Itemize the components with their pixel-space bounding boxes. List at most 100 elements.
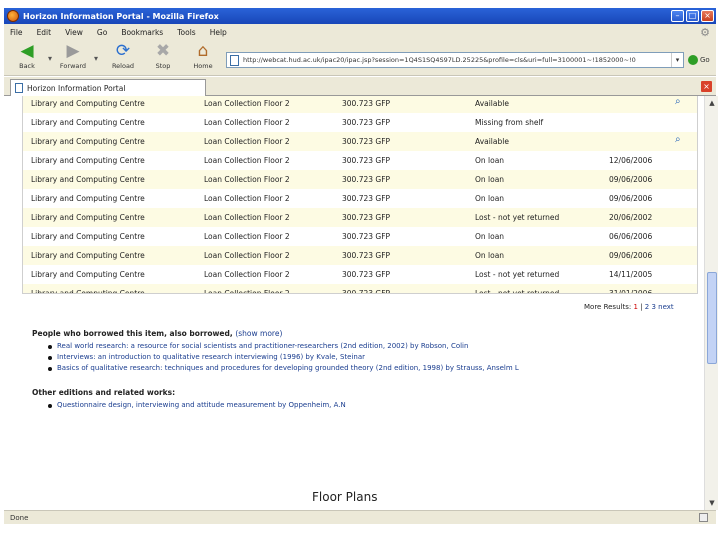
floor-plans-heading: Floor Plans xyxy=(312,490,378,504)
list-item[interactable]: Basics of qualitative research: techniqu… xyxy=(48,364,519,375)
table-row: Library and Computing Centre Loan Collect… xyxy=(23,151,697,170)
reload-button[interactable]: ⟳ Reload xyxy=(106,42,140,74)
tab-strip: Horizon Information Portal × xyxy=(4,77,716,96)
due-date-cell: 20/06/2002 xyxy=(609,213,653,222)
list-item[interactable]: Interviews: an introduction to qualitati… xyxy=(48,353,519,364)
collection-cell: Loan Collection Floor 2 xyxy=(204,232,290,241)
forward-arrow-icon: ▶ xyxy=(66,41,80,61)
menu-file[interactable]: File xyxy=(10,28,23,37)
status-bar: Done xyxy=(4,510,716,524)
status-text: Done xyxy=(10,513,29,522)
library-cell: Library and Computing Centre xyxy=(31,99,145,108)
list-item[interactable]: Questionnaire design, interviewing and a… xyxy=(48,401,346,412)
request-icon[interactable]: ⌕ xyxy=(675,96,681,107)
library-cell: Library and Computing Centre xyxy=(31,156,145,165)
request-icon[interactable]: ⌕ xyxy=(675,134,681,145)
status-cell: On loan xyxy=(475,232,505,241)
collection-cell: Loan Collection Floor 2 xyxy=(204,156,290,165)
status-cell: Lost - not yet returned xyxy=(475,289,560,294)
editions-list: Questionnaire design, interviewing and a… xyxy=(48,401,346,412)
call-number-cell: 300.723 GFP xyxy=(342,232,391,241)
forward-history-dropdown[interactable]: ▾ xyxy=(94,54,98,63)
library-cell: Library and Computing Centre xyxy=(31,194,145,203)
editions-heading: Other editions and related works: xyxy=(32,388,176,397)
title-bar: Horizon Information Portal - Mozilla Fir… xyxy=(4,8,716,24)
address-bar: ▾ xyxy=(226,52,684,68)
menu-help[interactable]: Help xyxy=(210,28,227,37)
close-tab-button[interactable]: × xyxy=(701,81,712,92)
due-date-cell: 06/06/2006 xyxy=(609,232,653,241)
throbber-icon: ⚙ xyxy=(700,25,710,39)
due-date-cell: 12/06/2006 xyxy=(609,156,653,165)
menu-tools[interactable]: Tools xyxy=(177,28,195,37)
call-number-cell: 300.723 GFP xyxy=(342,175,391,184)
library-cell: Library and Computing Centre xyxy=(31,137,145,146)
table-row: Library and Computing Centre Loan Collect… xyxy=(23,208,697,227)
url-history-dropdown[interactable]: ▾ xyxy=(671,53,683,67)
also-borrowed-heading: People who borrowed this item, also borr… xyxy=(32,329,283,338)
window-title: Horizon Information Portal - Mozilla Fir… xyxy=(23,11,219,21)
status-cell: Available xyxy=(475,137,509,146)
back-history-dropdown[interactable]: ▾ xyxy=(48,54,52,63)
collection-cell: Loan Collection Floor 2 xyxy=(204,175,290,184)
firefox-logo-icon xyxy=(7,10,19,22)
scrollbar-thumb[interactable] xyxy=(707,272,717,364)
tab-horizon-portal[interactable]: Horizon Information Portal xyxy=(10,79,206,96)
library-cell: Library and Computing Centre xyxy=(31,118,145,127)
due-date-cell: 09/06/2006 xyxy=(609,194,653,203)
list-item[interactable]: Real world research: a resource for soci… xyxy=(48,342,519,353)
table-row: Library and Computing Centre Loan Collect… xyxy=(23,96,697,113)
close-window-button[interactable]: × xyxy=(701,10,714,22)
maximize-button[interactable]: □ xyxy=(686,10,699,22)
home-button[interactable]: ⌂ Home xyxy=(186,42,220,74)
url-input[interactable] xyxy=(243,56,671,64)
call-number-cell: 300.723 GFP xyxy=(342,270,391,279)
table-row: Library and Computing Centre Loan Collect… xyxy=(23,132,697,151)
security-icon xyxy=(699,513,708,522)
collection-cell: Loan Collection Floor 2 xyxy=(204,137,290,146)
menu-view[interactable]: View xyxy=(65,28,83,37)
status-cell: Available xyxy=(475,99,509,108)
menu-go[interactable]: Go xyxy=(97,28,107,37)
collection-cell: Loan Collection Floor 2 xyxy=(204,270,290,279)
status-cell: On loan xyxy=(475,194,505,203)
page-icon xyxy=(230,54,239,66)
call-number-cell: 300.723 GFP xyxy=(342,213,391,222)
table-row: Library and Computing Centre Loan Collect… xyxy=(23,113,697,132)
call-number-cell: 300.723 GFP xyxy=(342,289,391,294)
collection-cell: Loan Collection Floor 2 xyxy=(204,289,290,294)
next-page-link[interactable]: next xyxy=(658,303,674,311)
table-row: Library and Computing Centre Loan Collect… xyxy=(23,284,697,294)
back-arrow-icon: ◀ xyxy=(20,41,34,61)
table-row: Library and Computing Centre Loan Collect… xyxy=(23,265,697,284)
collection-cell: Loan Collection Floor 2 xyxy=(204,118,290,127)
go-button[interactable]: Go xyxy=(688,52,710,68)
call-number-cell: 300.723 GFP xyxy=(342,118,391,127)
scroll-down-icon[interactable]: ▼ xyxy=(707,498,717,508)
collection-cell: Loan Collection Floor 2 xyxy=(204,251,290,260)
page-link-3[interactable]: 3 xyxy=(651,303,655,311)
table-row: Library and Computing Centre Loan Collect… xyxy=(23,189,697,208)
scroll-up-icon[interactable]: ▲ xyxy=(707,98,717,108)
holdings-table: Library and Computing Centre Loan Collect… xyxy=(22,96,698,294)
menu-bar: File Edit View Go Bookmarks Tools Help ⚙ xyxy=(4,24,716,40)
back-button[interactable]: ◀ Back xyxy=(10,42,44,74)
status-cell: On loan xyxy=(475,156,505,165)
menu-edit[interactable]: Edit xyxy=(37,28,52,37)
page-link-2[interactable]: 2 xyxy=(645,303,649,311)
call-number-cell: 300.723 GFP xyxy=(342,99,391,108)
library-cell: Library and Computing Centre xyxy=(31,270,145,279)
minimize-button[interactable]: – xyxy=(671,10,684,22)
stop-button[interactable]: ✖ Stop xyxy=(146,42,180,74)
menu-bookmarks[interactable]: Bookmarks xyxy=(121,28,163,37)
stop-icon: ✖ xyxy=(155,41,171,61)
vertical-scrollbar[interactable]: ▲ ▼ xyxy=(704,96,718,510)
library-cell: Library and Computing Centre xyxy=(31,175,145,184)
show-more-link[interactable]: (show more) xyxy=(235,329,282,338)
call-number-cell: 300.723 GFP xyxy=(342,156,391,165)
page-content: Library and Computing Centre Loan Collect… xyxy=(4,96,704,510)
page-current: 1 xyxy=(633,303,638,311)
library-cell: Library and Computing Centre xyxy=(31,213,145,222)
forward-button[interactable]: ▶ Forward xyxy=(56,42,90,74)
home-icon: ⌂ xyxy=(197,41,209,61)
